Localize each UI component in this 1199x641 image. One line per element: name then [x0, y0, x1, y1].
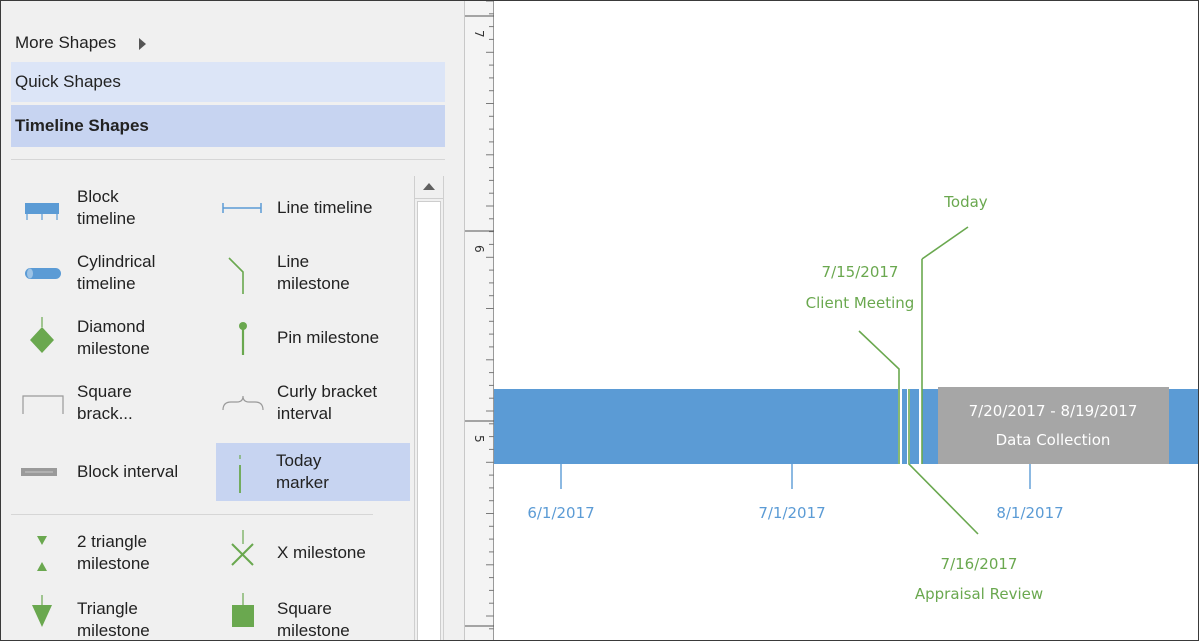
today-label: Today — [943, 193, 988, 211]
stencil-item-label: Diamond milestone — [77, 317, 150, 358]
stencil-item-label: Block interval — [77, 462, 179, 481]
ruler-label: 7 — [472, 30, 486, 38]
stencil-separator — [11, 514, 373, 515]
x-milestone-icon — [231, 530, 254, 566]
square-milestone-icon — [232, 593, 254, 627]
stencil-item-label: Square milestone — [277, 599, 350, 640]
triangle-milestone-icon — [32, 595, 52, 627]
stencil-item-square-bracket[interactable]: Square brack... — [17, 374, 207, 432]
interval-range: 7/20/2017 - 8/19/2017 — [969, 402, 1138, 420]
stencil-item-label: Line timeline — [277, 198, 373, 217]
milestone-top-name: Client Meeting — [806, 294, 915, 312]
stencil-item-label: Curly bracket interval — [277, 382, 378, 423]
caret-up-icon — [423, 183, 435, 190]
cylindrical-timeline-icon — [25, 268, 61, 279]
stencil-item-label: Today marker — [276, 451, 329, 492]
quick-shapes-label: Quick Shapes — [15, 72, 121, 91]
drawing-canvas[interactable]: 7/20/2017 - 8/19/2017 Data Collection To… — [494, 1, 1198, 640]
timeline-diagram: 7/20/2017 - 8/19/2017 Data Collection To… — [494, 193, 1198, 603]
timeline-shapes-label: Timeline Shapes — [15, 116, 149, 135]
date-label: 8/1/2017 — [996, 504, 1063, 522]
milestone-top-date: 7/15/2017 — [822, 263, 899, 281]
stencil-item-block-interval[interactable]: Block interval — [17, 443, 207, 501]
line-timeline-icon — [222, 203, 262, 213]
pin-milestone-icon — [239, 322, 247, 355]
stencil-item-today-marker[interactable]: Today marker — [216, 443, 410, 501]
stencil-scrollbar[interactable] — [414, 176, 444, 640]
two-triangle-milestone-icon — [37, 536, 47, 571]
panel-divider — [11, 159, 445, 160]
shapes-panel: More Shapes Quick Shapes Timeline Shapes… — [1, 1, 465, 640]
ruler-label: 5 — [472, 435, 486, 443]
date-label: 7/1/2017 — [758, 504, 825, 522]
stencil-item-block-timeline[interactable]: Block timeline — [17, 179, 207, 237]
scroll-thumb[interactable] — [417, 201, 441, 640]
stencil-item-line-timeline[interactable]: Line timeline — [217, 179, 409, 237]
stencil-item-pin-milestone[interactable]: Pin milestone — [217, 309, 409, 367]
more-shapes-label: More Shapes — [15, 33, 117, 52]
stencil-item-label: Triangle milestone — [77, 599, 150, 640]
today-marker-icon — [239, 455, 241, 493]
stencil-item-label: X milestone — [277, 543, 366, 562]
stencil-item-two-triangle-milestone[interactable]: 2 triangle milestone — [17, 524, 207, 582]
more-shapes-menu[interactable]: More Shapes — [11, 23, 445, 63]
visio-window: More Shapes Quick Shapes Timeline Shapes… — [0, 0, 1199, 641]
milestone-bottom-name: Appraisal Review — [915, 585, 1043, 603]
chevron-right-icon — [138, 37, 146, 50]
ruler-ticks: 7654 — [465, 1, 494, 630]
square-bracket-icon — [22, 395, 64, 414]
stencil-item-label: Cylindrical timeline — [77, 252, 156, 293]
curly-bracket-icon — [222, 395, 264, 411]
stencil-item-label: Block timeline — [77, 187, 136, 228]
milestone-bottom-date: 7/16/2017 — [941, 555, 1018, 573]
today-marker-leader — [921, 226, 969, 260]
stencil-item-label: Pin milestone — [277, 328, 380, 347]
quick-shapes-stencil[interactable]: Quick Shapes — [11, 62, 445, 102]
data-collection-interval[interactable] — [938, 387, 1169, 464]
vertical-ruler: 7654 — [465, 1, 494, 640]
line-milestone-icon — [228, 257, 244, 294]
block-timeline-icon — [25, 203, 59, 220]
scroll-up-button[interactable] — [415, 176, 443, 199]
stencil-item-label: Line milestone — [277, 252, 350, 293]
stencil-item-square-milestone[interactable]: Square milestone — [217, 591, 409, 640]
stencil-item-x-milestone[interactable]: X milestone — [217, 524, 409, 582]
stencil-item-label: Square brack... — [77, 382, 133, 423]
stencil-item-label: 2 triangle milestone — [77, 532, 150, 573]
timeline-shapes-stencil[interactable]: Timeline Shapes — [11, 105, 445, 147]
stencil-item-curly-bracket[interactable]: Curly bracket interval — [217, 374, 409, 432]
stencil-item-cylindrical-timeline[interactable]: Cylindrical timeline — [17, 244, 207, 302]
stencil-item-diamond-milestone[interactable]: Diamond milestone — [17, 309, 207, 367]
stencil-item-line-milestone[interactable]: Line milestone — [217, 244, 409, 302]
diamond-milestone-icon — [30, 317, 54, 353]
date-label: 6/1/2017 — [527, 504, 594, 522]
block-interval-icon — [21, 468, 57, 476]
ruler-label: 6 — [472, 245, 486, 253]
stencil-item-triangle-milestone[interactable]: Triangle milestone — [17, 591, 207, 640]
interval-name: Data Collection — [996, 431, 1111, 449]
